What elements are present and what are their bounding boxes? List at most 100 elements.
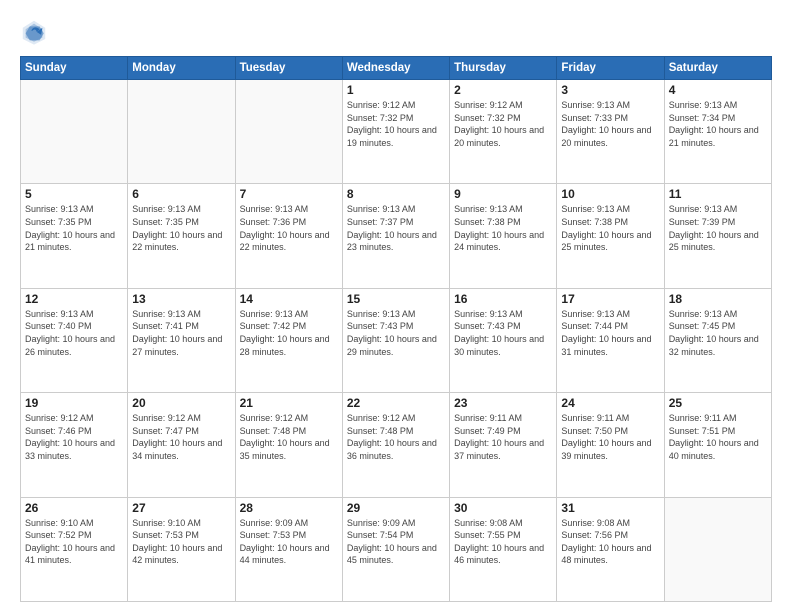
day-number: 19 — [25, 396, 123, 410]
day-detail: Sunrise: 9:13 AM Sunset: 7:43 PM Dayligh… — [347, 308, 445, 358]
day-number: 6 — [132, 187, 230, 201]
logo — [20, 18, 52, 46]
header — [20, 18, 772, 46]
day-detail: Sunrise: 9:11 AM Sunset: 7:49 PM Dayligh… — [454, 412, 552, 462]
day-number: 8 — [347, 187, 445, 201]
calendar-day-header: Wednesday — [342, 57, 449, 80]
calendar-day-header: Friday — [557, 57, 664, 80]
day-number: 25 — [669, 396, 767, 410]
calendar-header-row: SundayMondayTuesdayWednesdayThursdayFrid… — [21, 57, 772, 80]
day-detail: Sunrise: 9:12 AM Sunset: 7:48 PM Dayligh… — [240, 412, 338, 462]
day-detail: Sunrise: 9:09 AM Sunset: 7:54 PM Dayligh… — [347, 517, 445, 567]
day-number: 5 — [25, 187, 123, 201]
calendar-cell: 24Sunrise: 9:11 AM Sunset: 7:50 PM Dayli… — [557, 393, 664, 497]
calendar-cell: 9Sunrise: 9:13 AM Sunset: 7:38 PM Daylig… — [450, 184, 557, 288]
day-detail: Sunrise: 9:12 AM Sunset: 7:46 PM Dayligh… — [25, 412, 123, 462]
day-number: 20 — [132, 396, 230, 410]
day-detail: Sunrise: 9:12 AM Sunset: 7:32 PM Dayligh… — [347, 99, 445, 149]
calendar-day-header: Sunday — [21, 57, 128, 80]
day-detail: Sunrise: 9:13 AM Sunset: 7:45 PM Dayligh… — [669, 308, 767, 358]
day-detail: Sunrise: 9:08 AM Sunset: 7:56 PM Dayligh… — [561, 517, 659, 567]
calendar-cell: 11 Sunrise: 9:13 AM Sunset: 7:39 PM Dayli… — [664, 184, 771, 288]
day-number: 9 — [454, 187, 552, 201]
day-number: 27 — [132, 501, 230, 515]
calendar-cell: 17Sunrise: 9:13 AM Sunset: 7:44 PM Dayli… — [557, 288, 664, 392]
day-detail: Sunrise: 9:13 AM Sunset: 7:44 PM Dayligh… — [561, 308, 659, 358]
day-detail: Sunrise: 9:10 AM Sunset: 7:52 PM Dayligh… — [25, 517, 123, 567]
day-detail: Sunrise: 9:11 AM Sunset: 7:51 PM Dayligh… — [669, 412, 767, 462]
day-detail: Sunrise: 9:13 AM Sunset: 7:42 PM Dayligh… — [240, 308, 338, 358]
day-detail: Sunrise: 9:08 AM Sunset: 7:55 PM Dayligh… — [454, 517, 552, 567]
day-number: 7 — [240, 187, 338, 201]
calendar-cell: 10 Sunrise: 9:13 AM Sunset: 7:38 PM Dayli… — [557, 184, 664, 288]
calendar-cell: 31 Sunrise: 9:08 AM Sunset: 7:56 PM Dayli… — [557, 497, 664, 601]
day-detail: Sunrise: 9:12 AM Sunset: 7:32 PM Dayligh… — [454, 99, 552, 149]
day-detail: Sunrise: 9:13 AM Sunset: 7:36 PM Dayligh… — [240, 203, 338, 253]
day-number: 11 — [669, 187, 767, 201]
day-number: 13 — [132, 292, 230, 306]
day-number: 18 — [669, 292, 767, 306]
day-number: 2 — [454, 83, 552, 97]
day-detail: Sunrise: 9:12 AM Sunset: 7:47 PM Dayligh… — [132, 412, 230, 462]
day-detail: Sunrise: 9:13 AM Sunset: 7:39 PM Dayligh… — [669, 203, 767, 253]
calendar-cell — [664, 497, 771, 601]
calendar-day-header: Saturday — [664, 57, 771, 80]
day-number: 23 — [454, 396, 552, 410]
calendar-week-row: 12 Sunrise: 9:13 AM Sunset: 7:40 PM Dayli… — [21, 288, 772, 392]
calendar-week-row: 1 Sunrise: 9:12 AM Sunset: 7:32 PM Daylig… — [21, 80, 772, 184]
logo-icon — [20, 18, 48, 46]
calendar-cell: 27 Sunrise: 9:10 AM Sunset: 7:53 PM Dayli… — [128, 497, 235, 601]
calendar-cell: 29Sunrise: 9:09 AM Sunset: 7:54 PM Dayli… — [342, 497, 449, 601]
calendar-cell: 26 Sunrise: 9:10 AM Sunset: 7:52 PM Dayli… — [21, 497, 128, 601]
calendar-cell: 3Sunrise: 9:13 AM Sunset: 7:33 PM Daylig… — [557, 80, 664, 184]
calendar-day-header: Tuesday — [235, 57, 342, 80]
calendar-cell: 21 Sunrise: 9:12 AM Sunset: 7:48 PM Dayli… — [235, 393, 342, 497]
calendar-cell: 16Sunrise: 9:13 AM Sunset: 7:43 PM Dayli… — [450, 288, 557, 392]
day-detail: Sunrise: 9:13 AM Sunset: 7:38 PM Dayligh… — [561, 203, 659, 253]
day-detail: Sunrise: 9:13 AM Sunset: 7:35 PM Dayligh… — [25, 203, 123, 253]
calendar-cell: 8 Sunrise: 9:13 AM Sunset: 7:37 PM Daylig… — [342, 184, 449, 288]
day-detail: Sunrise: 9:11 AM Sunset: 7:50 PM Dayligh… — [561, 412, 659, 462]
page: SundayMondayTuesdayWednesdayThursdayFrid… — [0, 0, 792, 612]
calendar-cell: 20 Sunrise: 9:12 AM Sunset: 7:47 PM Dayli… — [128, 393, 235, 497]
day-detail: Sunrise: 9:09 AM Sunset: 7:53 PM Dayligh… — [240, 517, 338, 567]
calendar-cell: 5 Sunrise: 9:13 AM Sunset: 7:35 PM Daylig… — [21, 184, 128, 288]
day-number: 21 — [240, 396, 338, 410]
day-number: 15 — [347, 292, 445, 306]
calendar-week-row: 5 Sunrise: 9:13 AM Sunset: 7:35 PM Daylig… — [21, 184, 772, 288]
day-detail: Sunrise: 9:13 AM Sunset: 7:41 PM Dayligh… — [132, 308, 230, 358]
day-number: 16 — [454, 292, 552, 306]
day-number: 12 — [25, 292, 123, 306]
calendar-cell: 18 Sunrise: 9:13 AM Sunset: 7:45 PM Dayli… — [664, 288, 771, 392]
calendar-cell: 1 Sunrise: 9:12 AM Sunset: 7:32 PM Daylig… — [342, 80, 449, 184]
calendar-cell: 28Sunrise: 9:09 AM Sunset: 7:53 PM Dayli… — [235, 497, 342, 601]
day-number: 31 — [561, 501, 659, 515]
day-detail: Sunrise: 9:13 AM Sunset: 7:34 PM Dayligh… — [669, 99, 767, 149]
calendar-cell: 2 Sunrise: 9:12 AM Sunset: 7:32 PM Daylig… — [450, 80, 557, 184]
calendar-cell — [128, 80, 235, 184]
calendar-cell — [235, 80, 342, 184]
calendar-cell: 25 Sunrise: 9:11 AM Sunset: 7:51 PM Dayli… — [664, 393, 771, 497]
calendar-day-header: Thursday — [450, 57, 557, 80]
calendar-day-header: Monday — [128, 57, 235, 80]
calendar-cell: 23 Sunrise: 9:11 AM Sunset: 7:49 PM Dayli… — [450, 393, 557, 497]
calendar-cell: 4 Sunrise: 9:13 AM Sunset: 7:34 PM Daylig… — [664, 80, 771, 184]
day-detail: Sunrise: 9:13 AM Sunset: 7:33 PM Dayligh… — [561, 99, 659, 149]
day-number: 4 — [669, 83, 767, 97]
day-detail: Sunrise: 9:13 AM Sunset: 7:40 PM Dayligh… — [25, 308, 123, 358]
calendar-cell: 15 Sunrise: 9:13 AM Sunset: 7:43 PM Dayli… — [342, 288, 449, 392]
calendar-cell: 22Sunrise: 9:12 AM Sunset: 7:48 PM Dayli… — [342, 393, 449, 497]
calendar-cell: 13 Sunrise: 9:13 AM Sunset: 7:41 PM Dayli… — [128, 288, 235, 392]
calendar-cell — [21, 80, 128, 184]
day-number: 1 — [347, 83, 445, 97]
day-number: 26 — [25, 501, 123, 515]
calendar-cell: 14 Sunrise: 9:13 AM Sunset: 7:42 PM Dayli… — [235, 288, 342, 392]
day-detail: Sunrise: 9:10 AM Sunset: 7:53 PM Dayligh… — [132, 517, 230, 567]
calendar-cell: 12 Sunrise: 9:13 AM Sunset: 7:40 PM Dayli… — [21, 288, 128, 392]
day-number: 10 — [561, 187, 659, 201]
day-detail: Sunrise: 9:13 AM Sunset: 7:37 PM Dayligh… — [347, 203, 445, 253]
calendar-cell: 19 Sunrise: 9:12 AM Sunset: 7:46 PM Dayli… — [21, 393, 128, 497]
day-number: 22 — [347, 396, 445, 410]
day-number: 14 — [240, 292, 338, 306]
calendar-cell: 30Sunrise: 9:08 AM Sunset: 7:55 PM Dayli… — [450, 497, 557, 601]
